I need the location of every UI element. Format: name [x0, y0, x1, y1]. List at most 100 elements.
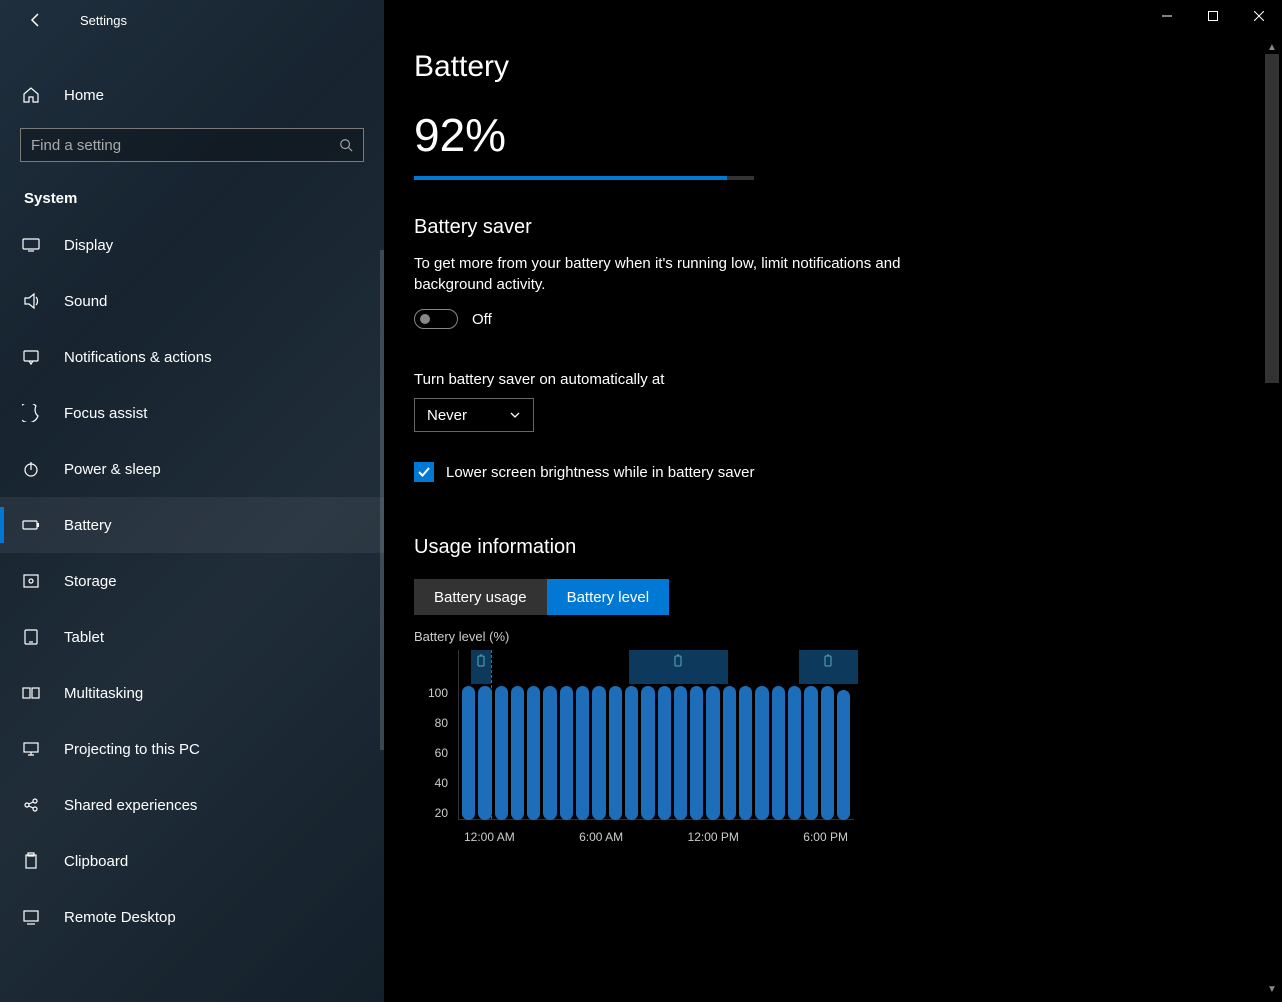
sidebar-item-label: Display: [64, 237, 113, 254]
brightness-checkbox[interactable]: [414, 462, 434, 482]
search-wrap: [20, 128, 364, 162]
sidebar-item-label: Power & sleep: [64, 461, 161, 478]
bar: [462, 686, 475, 820]
tab-battery-level[interactable]: Battery level: [547, 579, 670, 615]
sidebar-item-remote-desktop[interactable]: Remote Desktop: [0, 889, 384, 945]
battery-progress: [414, 176, 754, 180]
sidebar-item-storage[interactable]: Storage: [0, 553, 384, 609]
sidebar-item-display[interactable]: Display: [0, 217, 384, 273]
bar: [755, 686, 768, 820]
auto-threshold-dropdown[interactable]: Never: [414, 398, 534, 432]
projecting-to-this-pc-icon: [22, 740, 40, 758]
sidebar-item-notifications-actions[interactable]: Notifications & actions: [0, 329, 384, 385]
main-scrollbar[interactable]: ▲ ▼: [1265, 40, 1279, 996]
brightness-check-row: Lower screen brightness while in battery…: [414, 462, 1144, 482]
sidebar-item-tablet[interactable]: Tablet: [0, 609, 384, 665]
bar: [674, 686, 687, 820]
sidebar-scrollbar[interactable]: [380, 250, 384, 750]
sound-icon: [22, 292, 40, 310]
bar: [625, 686, 638, 820]
battery-saver-description: To get more from your battery when it's …: [414, 253, 974, 295]
clipboard-icon: [22, 852, 40, 870]
multitasking-icon: [22, 684, 40, 702]
bar: [641, 686, 654, 820]
minimize-button[interactable]: [1144, 0, 1190, 32]
display-icon: [22, 236, 40, 254]
search-icon: [339, 138, 353, 152]
chart-x-axis: 12:00 AM6:00 AM12:00 PM6:00 PM: [458, 826, 854, 850]
chart-y-label: Battery level (%): [414, 629, 1144, 644]
scroll-down-icon[interactable]: ▼: [1265, 982, 1279, 996]
sidebar-item-shared-experiences[interactable]: Shared experiences: [0, 777, 384, 833]
window-title: Settings: [80, 13, 127, 28]
chevron-down-icon: [509, 409, 521, 421]
sidebar-home-label: Home: [64, 87, 104, 104]
battery-progress-fill: [414, 176, 727, 180]
sidebar-item-focus-assist[interactable]: Focus assist: [0, 385, 384, 441]
close-button[interactable]: [1236, 0, 1282, 32]
bar: [690, 686, 703, 820]
sidebar-item-label: Remote Desktop: [64, 909, 176, 926]
sidebar-item-sound[interactable]: Sound: [0, 273, 384, 329]
tab-battery-usage[interactable]: Battery usage: [414, 579, 547, 615]
chart-bars: [458, 650, 854, 820]
bar: [706, 686, 719, 820]
sidebar-item-power-sleep[interactable]: Power & sleep: [0, 441, 384, 497]
bar: [511, 686, 524, 820]
power-sleep-icon: [22, 460, 40, 478]
sidebar-item-battery[interactable]: Battery: [0, 497, 384, 553]
battery-saver-toggle-label: Off: [472, 311, 492, 328]
page-title: Battery: [414, 50, 1144, 84]
maximize-button[interactable]: [1190, 0, 1236, 32]
bar: [495, 686, 508, 820]
bar: [658, 686, 671, 820]
home-icon: [22, 86, 40, 104]
bar: [772, 686, 785, 820]
bar: [821, 686, 834, 820]
scroll-thumb[interactable]: [1265, 54, 1279, 383]
sidebar-item-multitasking[interactable]: Multitasking: [0, 665, 384, 721]
sidebar-item-label: Clipboard: [64, 853, 128, 870]
sidebar-item-projecting-to-this-pc[interactable]: Projecting to this PC: [0, 721, 384, 777]
sidebar-item-label: Shared experiences: [64, 797, 197, 814]
storage-icon: [22, 572, 40, 590]
bar: [723, 686, 736, 820]
remote-desktop-icon: [22, 908, 40, 926]
shared-experiences-icon: [22, 796, 40, 814]
battery-icon: [22, 516, 40, 534]
bar: [739, 686, 752, 820]
auto-threshold-label: Turn battery saver on automatically at: [414, 371, 1144, 388]
search-box[interactable]: [20, 128, 364, 162]
sidebar-item-label: Notifications & actions: [64, 349, 212, 366]
sidebar-home[interactable]: Home: [0, 74, 384, 116]
bar: [804, 686, 817, 820]
bar: [788, 686, 801, 820]
battery-percent: 92%: [414, 108, 1144, 162]
sidebar-item-label: Battery: [64, 517, 112, 534]
window-controls: [1144, 0, 1282, 32]
content: Battery 92% Battery saver To get more fr…: [384, 0, 1144, 850]
sidebar-category: System: [24, 190, 384, 207]
auto-threshold-value: Never: [427, 407, 467, 424]
bar: [609, 686, 622, 820]
notifications-actions-icon: [22, 348, 40, 366]
sidebar-item-clipboard[interactable]: Clipboard: [0, 833, 384, 889]
usage-tabbar: Battery usage Battery level: [414, 579, 1144, 615]
battery-saver-heading: Battery saver: [414, 216, 1144, 239]
sidebar-item-label: Sound: [64, 293, 107, 310]
bar: [543, 686, 556, 820]
sidebar-item-label: Storage: [64, 573, 117, 590]
scroll-up-icon[interactable]: ▲: [1265, 40, 1279, 54]
search-input[interactable]: [31, 137, 339, 154]
main: Battery 92% Battery saver To get more fr…: [384, 0, 1282, 1002]
usage-heading: Usage information: [414, 536, 1144, 559]
bar: [527, 686, 540, 820]
back-button[interactable]: [20, 4, 52, 36]
bar: [478, 686, 491, 820]
bar: [560, 686, 573, 820]
sidebar-item-label: Multitasking: [64, 685, 143, 702]
focus-assist-icon: [22, 404, 40, 422]
battery-saver-toggle[interactable]: [414, 309, 458, 329]
bar: [576, 686, 589, 820]
titlebar: Settings: [0, 0, 384, 40]
